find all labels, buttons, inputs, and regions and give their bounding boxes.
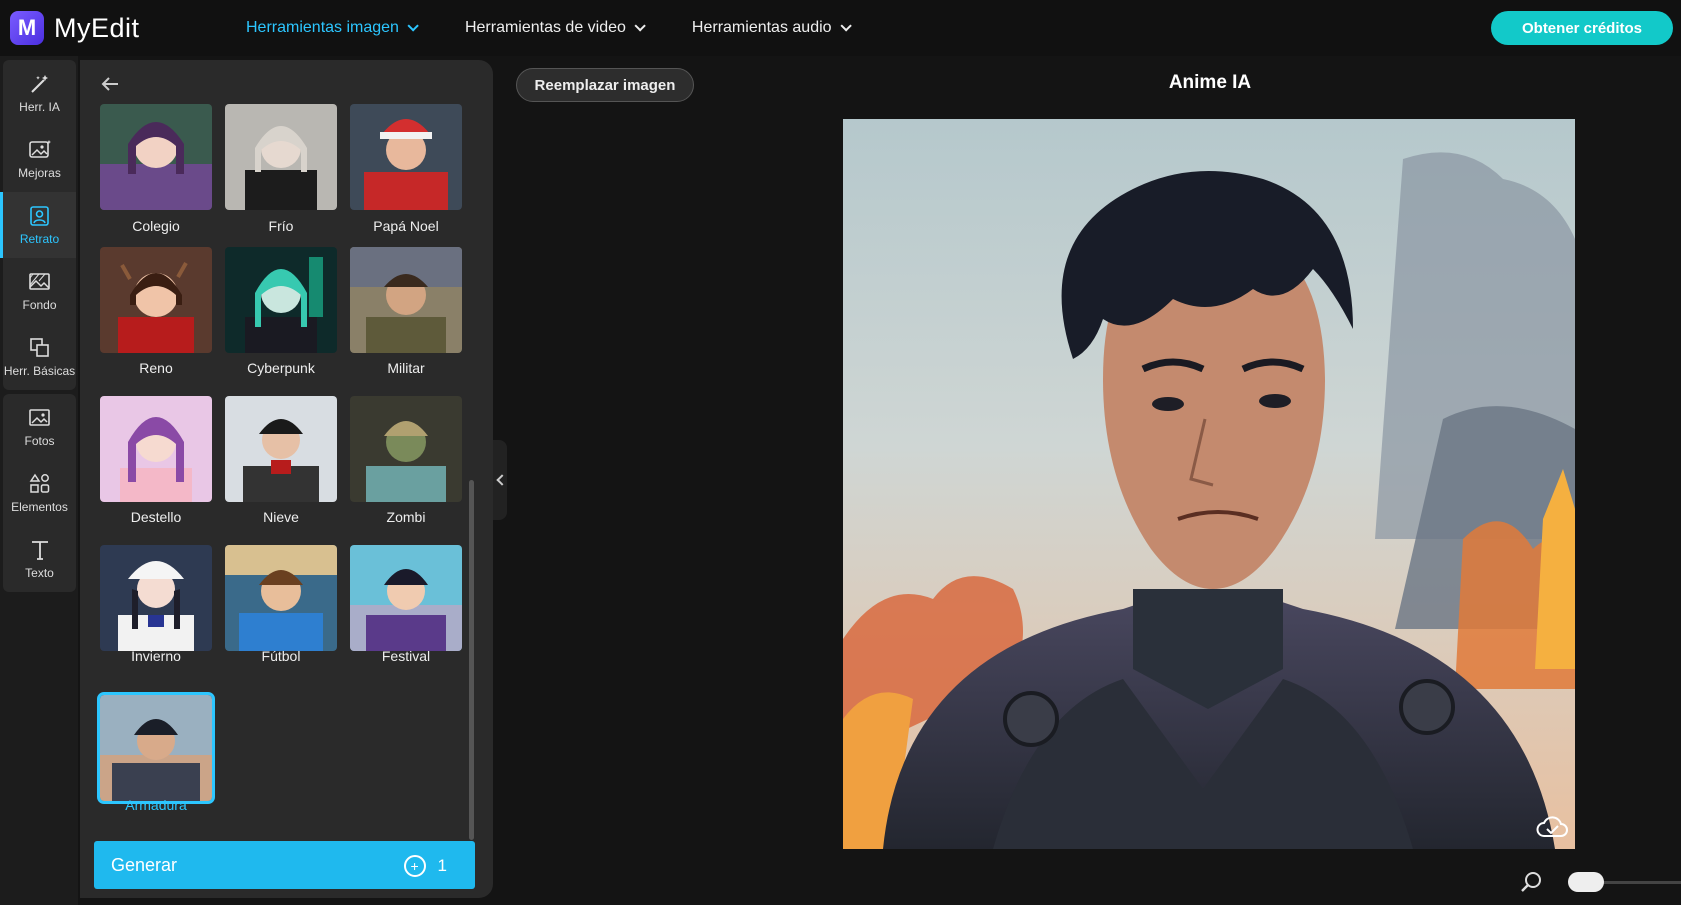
style-thumb-futbol[interactable] [225,545,337,651]
style-thumb-reno[interactable] [100,247,212,353]
rail-item-background[interactable]: Fondo [3,258,76,324]
app-logo[interactable]: M MyEdit [10,11,140,45]
style-thumb-frio[interactable] [225,104,337,210]
nav-item-label: Herramientas de video [464,19,626,36]
main-nav: Herramientas imagen Herramientas de vide… [246,0,898,56]
style-preview-image [100,247,212,353]
style-thumb-nieve[interactable] [225,396,337,502]
style-label: Fútbol [261,648,301,664]
rail-item-portrait[interactable]: Retrato [0,192,76,258]
rail-item-elements[interactable]: Elementos [3,460,76,526]
nav-video-tools[interactable]: Herramientas de video [464,19,646,37]
zoom-icon[interactable] [1518,869,1544,895]
rail-item-text[interactable]: Texto [3,526,76,592]
style-preview-image [350,396,462,502]
style-preview-image [350,545,462,651]
zoom-slider[interactable] [1568,872,1681,892]
magic-wand-icon [30,75,48,93]
chevron-down-icon [840,20,852,32]
style-preview-image [100,545,212,651]
style-label: Frío [268,218,294,234]
anime-portrait-image [843,119,1575,849]
rail-item-label: Mejoras [18,166,61,180]
style-label: Zombi [386,509,426,525]
text-icon [31,541,48,560]
background-icon [28,273,50,290]
rail-item-label: Fotos [24,434,55,448]
style-label: Colegio [132,218,180,234]
generate-label: Generar [111,854,178,875]
rail-item-label: Elementos [11,500,68,514]
zoom-slider-knob[interactable] [1568,872,1604,892]
result-image [843,119,1575,849]
rail-group-assets: Fotos Elementos Texto [3,394,76,592]
credit-icon: + [403,855,426,877]
style-thumb-zombi[interactable] [350,396,462,502]
nav-audio-tools[interactable]: Herramientas audio [691,19,852,37]
style-preview-image [100,695,212,801]
style-preview-image [225,247,337,353]
credit-count: 1 [437,856,447,875]
style-preview-image [225,396,337,502]
app-name: MyEdit [54,12,140,43]
image-enhance-icon [28,140,51,158]
portrait-icon [29,206,49,226]
generate-button[interactable]: Generar + 1 [94,841,475,889]
logo-mark: M [10,11,44,45]
chevron-left-icon [495,474,508,486]
style-thumb-colegio[interactable] [100,104,212,210]
style-label: Destello [130,509,182,525]
style-thumb-destello[interactable] [100,396,212,502]
nav-item-label: Herramientas audio [691,19,832,36]
panel-scrollbar[interactable] [469,480,474,840]
rail-item-label: Retrato [19,232,60,246]
style-label: Nieve [263,509,299,525]
top-bar: M MyEdit Herramientas imagen Herramienta… [0,0,1681,56]
rail-item-ai-tools[interactable]: Herr. IA [3,60,76,126]
style-thumb-papa-noel[interactable] [350,104,462,210]
style-thumb-armadura[interactable] [97,692,215,804]
style-label: Reno [139,360,173,376]
style-label-selected: Armadura [125,797,187,813]
photo-icon [28,409,50,426]
get-credits-button[interactable]: Obtener créditos [1491,11,1673,45]
chevron-down-icon [407,20,419,32]
tool-rail: Herr. IA Mejoras Retrato Fondo Herr. Bás… [0,56,78,905]
rail-group-tools: Herr. IA Mejoras Retrato Fondo Herr. Bás… [0,60,76,390]
rail-item-enhance[interactable]: Mejoras [3,126,76,192]
back-arrow-icon[interactable] [98,72,122,96]
generate-credit-cost: + 1 [403,855,447,877]
style-thumb-festival[interactable] [350,545,462,651]
rail-item-label: Herr. Básicas [3,364,76,378]
style-preview-image [100,396,212,502]
style-thumb-invierno[interactable] [100,545,212,651]
style-preview-image [100,104,212,210]
style-preview-image [225,545,337,651]
style-label: Militar [387,360,425,376]
chevron-down-icon [634,20,646,32]
style-preview-image [350,247,462,353]
rail-item-basic-tools[interactable]: Herr. Básicas [3,324,76,390]
nav-item-label: Herramientas imagen [246,19,399,36]
style-thumb-cyberpunk[interactable] [225,247,337,353]
style-label: Festival [381,648,431,664]
style-label: Papá Noel [373,218,439,234]
style-preview-image [225,104,337,210]
canvas-title: Anime IA [1168,72,1252,93]
style-thumb-militar[interactable] [350,247,462,353]
style-panel: Colegio Frío Papá Noel Reno Cyberpunk Mi… [80,60,493,898]
elements-icon [29,473,49,493]
style-preview-image [350,104,462,210]
cloud-save-icon[interactable] [1535,814,1569,840]
rail-item-photos[interactable]: Fotos [3,394,76,460]
collapse-panel-toggle[interactable] [493,440,508,520]
replace-image-button[interactable]: Reemplazar imagen [516,68,694,102]
nav-image-tools[interactable]: Herramientas imagen [246,19,419,37]
style-label: Cyberpunk [247,360,315,376]
crop-icon [29,338,49,357]
rail-item-label: Texto [25,566,54,580]
rail-item-label: Fondo [22,298,57,312]
rail-item-label: Herr. IA [19,100,60,114]
style-label: Invierno [131,648,181,664]
